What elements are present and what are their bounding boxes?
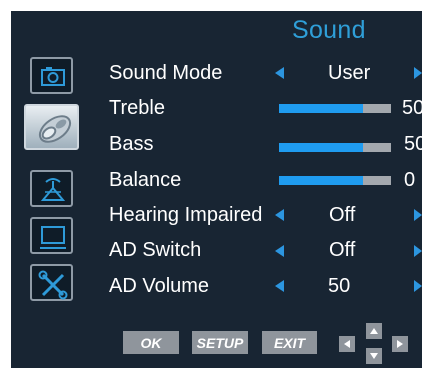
hearing-impaired-label[interactable]: Hearing Impaired <box>109 204 262 227</box>
ad-volume-value[interactable]: 50 <box>328 275 350 298</box>
bass-value: 50 <box>404 133 422 155</box>
nav-up-button[interactable] <box>366 323 382 339</box>
nav-right-button[interactable] <box>392 336 408 352</box>
balance-value: 0 <box>404 169 416 191</box>
hearing-impaired-left-arrow-icon[interactable] <box>275 209 284 221</box>
sound-icon[interactable] <box>24 104 79 150</box>
treble-slider-fill <box>279 104 363 113</box>
setup-tools-icon[interactable] <box>30 264 73 301</box>
ad-volume-right-arrow-icon[interactable] <box>414 280 422 292</box>
left-arrow-icon <box>344 340 350 348</box>
bass-slider-fill <box>279 143 363 152</box>
ad-volume-left-arrow-icon[interactable] <box>275 280 284 292</box>
right-arrow-icon <box>397 340 403 348</box>
screen-icon[interactable] <box>30 217 73 254</box>
treble-label[interactable]: Treble <box>109 97 165 120</box>
sound-mode-label[interactable]: Sound Mode <box>109 62 222 85</box>
hearing-impaired-value[interactable]: Off <box>329 204 355 227</box>
channel-icon[interactable] <box>30 170 73 207</box>
ad-volume-label[interactable]: AD Volume <box>109 275 209 298</box>
ad-switch-value[interactable]: Off <box>329 239 355 262</box>
treble-slider[interactable] <box>279 104 391 113</box>
balance-label[interactable]: Balance <box>109 169 181 192</box>
setup-button[interactable]: SETUP <box>192 331 248 354</box>
ad-switch-label[interactable]: AD Switch <box>109 239 201 262</box>
page-title: Sound <box>292 16 366 44</box>
nav-down-button[interactable] <box>366 348 382 364</box>
treble-value: 50 <box>402 97 422 119</box>
sound-mode-left-arrow-icon[interactable] <box>275 67 284 79</box>
balance-slider[interactable] <box>279 176 391 185</box>
bass-slider[interactable] <box>279 143 391 152</box>
ad-switch-left-arrow-icon[interactable] <box>275 245 284 257</box>
exit-button[interactable]: EXIT <box>262 331 317 354</box>
balance-slider-fill <box>279 176 363 185</box>
sound-mode-value[interactable]: User <box>328 62 370 85</box>
nav-left-button[interactable] <box>339 336 355 352</box>
bass-label[interactable]: Bass <box>109 133 153 156</box>
down-arrow-icon <box>370 353 378 359</box>
ad-switch-right-arrow-icon[interactable] <box>414 245 422 257</box>
up-arrow-icon <box>370 328 378 334</box>
hearing-impaired-right-arrow-icon[interactable] <box>414 209 422 221</box>
ok-button[interactable]: OK <box>123 331 179 354</box>
picture-icon[interactable] <box>30 57 73 94</box>
sound-mode-right-arrow-icon[interactable] <box>414 67 422 79</box>
